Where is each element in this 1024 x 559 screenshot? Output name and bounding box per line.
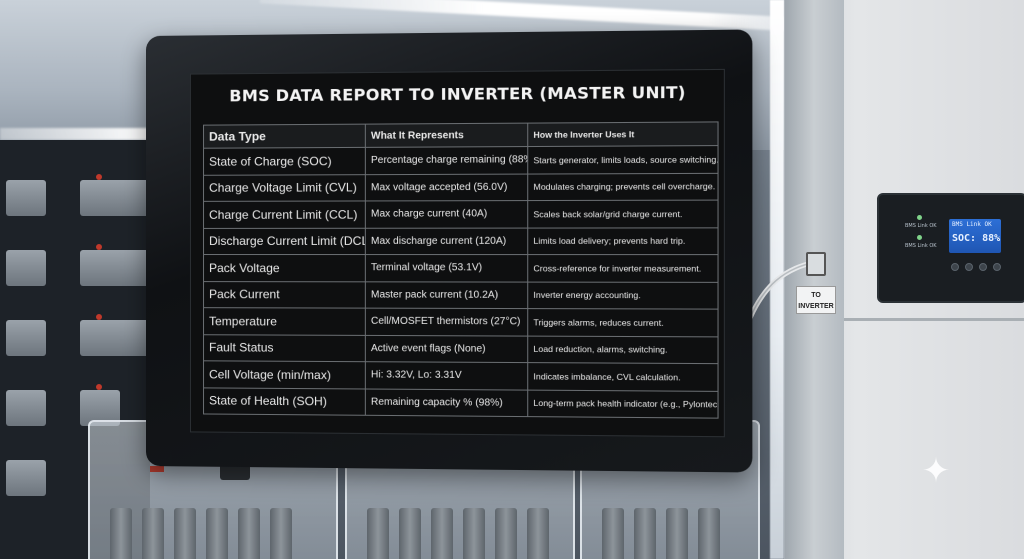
status-led xyxy=(917,235,922,240)
cell-data-type: Pack Current xyxy=(203,281,366,309)
cell-represents: Percentage charge remaining (88%) xyxy=(365,146,528,175)
cell-data-type: Temperature xyxy=(203,307,366,335)
battery-cell xyxy=(527,508,549,559)
table-row: Fault Status Active event flags (None) L… xyxy=(203,334,719,364)
report-title: BMS DATA REPORT TO INVERTER (MASTER UNIT… xyxy=(229,82,686,106)
panel-button[interactable] xyxy=(993,263,1001,271)
bms-data-table: Data Type What It Represents How the Inv… xyxy=(203,121,719,419)
table-row: Charge Current Limit (CCL) Max charge cu… xyxy=(203,200,719,228)
battery-terminal xyxy=(150,466,164,472)
table-row: Charge Voltage Limit (CVL) Max voltage a… xyxy=(203,172,719,202)
battery-cell xyxy=(367,508,389,559)
cell-inverter-use: Inverter energy accounting. xyxy=(527,281,719,310)
table-row: Cell Voltage (min/max) Hi: 3.32V, Lo: 3.… xyxy=(203,360,719,391)
cell-represents: Max discharge current (120A) xyxy=(365,227,528,255)
photo-scene: ✦ BMS Link OK BMS Link OK BMS Link OK SO… xyxy=(0,0,1024,559)
led-label: BMS Link OK xyxy=(905,223,937,229)
monitor-screen: BMS DATA REPORT TO INVERTER (MASTER UNIT… xyxy=(189,68,725,438)
cabinet-seam xyxy=(844,318,1024,321)
cell-data-type: State of Health (SOH) xyxy=(203,387,366,416)
table-row: State of Charge (SOC) Percentage charge … xyxy=(203,145,719,175)
cell-data-type: Discharge Current Limit (DCL) xyxy=(203,227,366,255)
to-inverter-label: TO INVERTER xyxy=(796,286,836,314)
cell-inverter-use: Starts generator, limits loads, source s… xyxy=(527,145,719,174)
cell-represents: Terminal voltage (53.1V) xyxy=(365,254,528,282)
cell-represents: Max charge current (40A) xyxy=(365,200,528,228)
cell-represents: Master pack current (10.2A) xyxy=(365,281,528,309)
battery-cell xyxy=(238,508,260,559)
table-row: State of Health (SOH) Remaining capacity… xyxy=(203,387,719,419)
cell-inverter-use: Indicates imbalance, CVL calculation. xyxy=(527,362,719,391)
battery-cell xyxy=(698,508,720,559)
cell-data-type: Cell Voltage (min/max) xyxy=(203,360,366,389)
rack-led xyxy=(96,314,102,320)
rack-led xyxy=(96,384,102,390)
table-header-row: Data Type What It Represents How the Inv… xyxy=(203,121,719,149)
battery-cell xyxy=(634,508,656,559)
rack-led xyxy=(96,174,102,180)
column-header-data-type: Data Type xyxy=(203,124,366,149)
cell-represents: Hi: 3.32V, Lo: 3.31V xyxy=(365,361,528,390)
cell-data-type: Charge Current Limit (CCL) xyxy=(203,200,366,228)
table-row: Pack Voltage Terminal voltage (53.1V) Cr… xyxy=(203,254,719,282)
battery-cell xyxy=(666,508,688,559)
cell-data-type: Charge Voltage Limit (CVL) xyxy=(203,174,366,202)
battery-cell xyxy=(399,508,421,559)
cell-inverter-use: Cross-reference for inverter measurement… xyxy=(527,254,719,282)
cell-inverter-use: Triggers alarms, reduces current. xyxy=(527,308,719,337)
battery-cell xyxy=(142,508,164,559)
rack-module xyxy=(6,250,46,286)
cell-inverter-use: Limits load delivery; prevents hard trip… xyxy=(527,227,719,255)
cell-represents: Max voltage accepted (56.0V) xyxy=(365,173,528,201)
rack-led xyxy=(96,244,102,250)
table-row: Discharge Current Limit (DCL) Max discha… xyxy=(203,227,719,255)
bms-monitor: BMS DATA REPORT TO INVERTER (MASTER UNIT… xyxy=(146,29,753,473)
rack-module xyxy=(6,320,46,356)
battery-cell xyxy=(495,508,517,559)
cell-data-type: State of Charge (SOC) xyxy=(203,147,366,175)
cell-inverter-use: Long-term pack health indicator (e.g., P… xyxy=(527,389,719,419)
rack-module xyxy=(6,390,46,426)
cell-inverter-use: Modulates charging; prevents cell overch… xyxy=(527,172,719,201)
column-header-inverter-use: How the Inverter Uses It xyxy=(527,121,719,147)
rack-module xyxy=(6,180,46,216)
inverter-control-panel: BMS Link OK BMS Link OK BMS Link OK SOC:… xyxy=(877,193,1024,303)
lcd-soc-text: SOC: 88% xyxy=(952,233,1001,244)
battery-cell xyxy=(174,508,196,559)
ceiling-light-strip-left xyxy=(0,128,150,140)
cell-inverter-use: Load reduction, alarms, switching. xyxy=(527,335,719,364)
cell-represents: Remaining capacity % (98%) xyxy=(365,388,528,417)
battery-cell xyxy=(602,508,624,559)
cell-data-type: Fault Status xyxy=(203,334,366,362)
ethernet-port-icon[interactable] xyxy=(806,252,826,276)
table-row: Pack Current Master pack current (10.2A)… xyxy=(203,281,719,310)
led-label: BMS Link OK xyxy=(905,243,937,249)
battery-cell xyxy=(270,508,292,559)
battery-cell xyxy=(110,508,132,559)
column-header-represents: What It Represents xyxy=(365,123,528,148)
inverter-lcd-screen: BMS Link OK SOC: 88% xyxy=(949,219,1001,253)
panel-button[interactable] xyxy=(951,263,959,271)
sparkle-icon: ✦ xyxy=(921,452,951,490)
cell-inverter-use: Scales back solar/grid charge current. xyxy=(527,200,719,228)
rack-module xyxy=(6,460,46,496)
table-row: Temperature Cell/MOSFET thermistors (27°… xyxy=(203,307,719,337)
battery-cell xyxy=(463,508,485,559)
panel-button[interactable] xyxy=(965,263,973,271)
battery-cell xyxy=(431,508,453,559)
cell-represents: Active event flags (None) xyxy=(365,334,528,363)
battery-cell xyxy=(206,508,228,559)
cell-represents: Cell/MOSFET thermistors (27°C) xyxy=(365,308,528,336)
cell-data-type: Pack Voltage xyxy=(203,254,366,282)
status-led xyxy=(917,215,922,220)
panel-button[interactable] xyxy=(979,263,987,271)
lcd-status-text: BMS Link OK xyxy=(952,221,992,228)
